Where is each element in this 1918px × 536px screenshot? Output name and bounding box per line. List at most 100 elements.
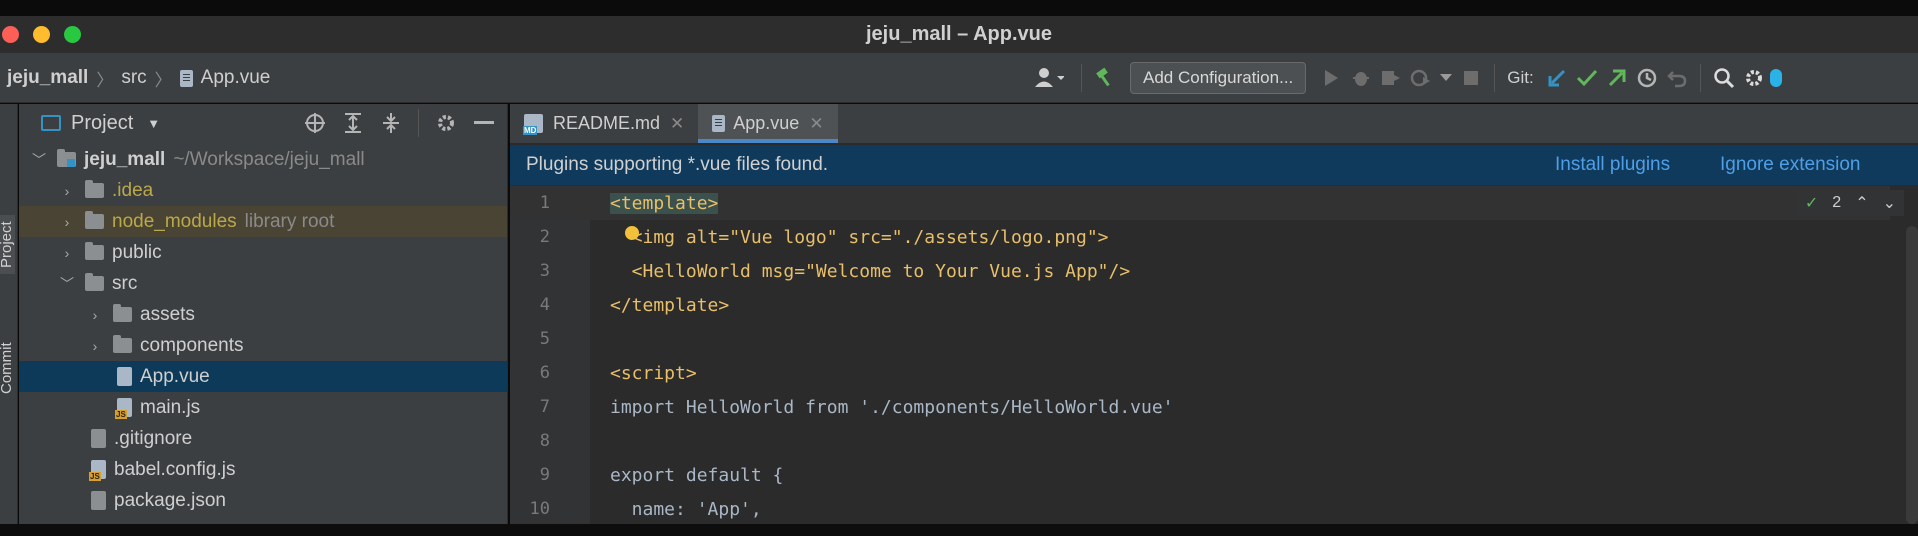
line-number: 10 — [529, 499, 550, 519]
tree-item-label: src — [112, 272, 138, 294]
intention-bulb-icon[interactable] — [625, 226, 639, 240]
chevron-down-icon[interactable]: ▼ — [147, 116, 160, 131]
search-icon[interactable] — [1709, 63, 1739, 93]
install-plugins-link[interactable]: Install plugins — [1555, 154, 1670, 176]
code-line: 1 <template> — [510, 186, 1890, 220]
tree-item-label: .idea — [112, 179, 154, 201]
git-update-icon[interactable] — [1542, 63, 1572, 93]
markdown-file-icon — [523, 114, 543, 135]
tree-item-app-vue[interactable]: App.vue — [19, 361, 507, 392]
previous-highlight-chevron-up-icon[interactable]: ⌃ — [1855, 193, 1868, 213]
line-number: 6 — [539, 363, 550, 383]
toolbar-divider — [1494, 64, 1496, 92]
line-number: 3 — [539, 261, 550, 281]
code-line: 6 <script> — [510, 356, 1890, 390]
tree-item-package-json[interactable]: package.json — [19, 485, 507, 516]
ide-window: jeju_mall – App.vue jeju_mall 〉 src 〉 Ap… — [0, 0, 1918, 536]
code-editor[interactable]: 1 <template> 2 <img alt="Vue logo" src="… — [510, 186, 1918, 524]
stop-icon[interactable] — [1456, 63, 1486, 93]
settings-gear-icon[interactable] — [1739, 63, 1769, 93]
expand-all-icon[interactable] — [340, 110, 366, 136]
tab-label: App.vue — [733, 113, 800, 133]
project-view-selector[interactable]: Project — [71, 112, 133, 135]
add-configuration-button[interactable]: Add Configuration... — [1130, 62, 1307, 94]
project-panel-header: Project ▼ — [19, 104, 507, 142]
coverage-icon[interactable] — [1376, 63, 1406, 93]
profiler-icon[interactable] — [1406, 63, 1436, 93]
git-history-icon[interactable] — [1632, 63, 1662, 93]
chevron-right-icon[interactable]: › — [57, 245, 77, 261]
ide-logo-icon — [1769, 63, 1783, 93]
line-number: 8 — [539, 431, 550, 451]
breadcrumb-file[interactable]: App.vue — [201, 67, 271, 89]
toolbar-divider — [1699, 64, 1701, 92]
tree-item-src[interactable]: ﹀ src — [19, 268, 507, 299]
module-folder-icon — [57, 149, 76, 167]
code-line: 7 import HelloWorld from './components/H… — [510, 390, 1890, 424]
javascript-file-icon — [115, 398, 132, 419]
tree-item-idea[interactable]: › .idea — [19, 175, 507, 206]
folder-icon — [85, 180, 104, 198]
hide-panel-minus-icon[interactable] — [471, 110, 497, 136]
code-line: 4 </template> — [510, 288, 1890, 322]
banner-message: Plugins supporting *.vue files found. — [526, 154, 829, 175]
project-tool-tab[interactable]: Project — [0, 215, 15, 274]
git-commit-icon[interactable] — [1572, 63, 1602, 93]
line-number: 1 — [539, 193, 550, 213]
chevron-right-icon[interactable]: › — [85, 338, 105, 354]
tree-item-label: App.vue — [140, 365, 210, 387]
tree-item-jeju-mall[interactable]: ﹀ jeju_mall ~/Workspace/jeju_mall — [19, 144, 507, 175]
breadcrumb-src[interactable]: src — [121, 67, 146, 89]
tree-item-label: node_modules — [112, 210, 237, 232]
breadcrumb-separator-icon: 〉 — [154, 70, 172, 90]
ignore-extension-link[interactable]: Ignore extension — [1720, 154, 1861, 176]
tree-item-main-js[interactable]: main.js — [19, 392, 507, 423]
breadcrumb-project[interactable]: jeju_mall — [7, 67, 88, 89]
chevron-down-icon[interactable]: ﹀ — [57, 274, 77, 294]
tree-item-node-modules[interactable]: › node_modules library root — [19, 206, 507, 237]
next-highlight-chevron-down-icon[interactable]: ⌄ — [1883, 193, 1896, 213]
debug-icon[interactable] — [1346, 63, 1376, 93]
editor-vertical-scrollbar[interactable] — [1906, 226, 1918, 524]
close-icon[interactable]: ✕ — [670, 114, 684, 134]
folder-icon — [113, 304, 132, 322]
panel-options-gear-icon[interactable] — [433, 110, 459, 136]
chevron-right-icon[interactable]: › — [85, 307, 105, 323]
tree-item-label: components — [140, 334, 244, 356]
tab-app-vue[interactable]: App.vue ✕ — [698, 104, 838, 143]
tree-item-gitignore[interactable]: .gitignore — [19, 423, 507, 454]
chevron-right-icon[interactable]: › — [57, 214, 77, 230]
tree-item-components[interactable]: › components — [19, 330, 507, 361]
window-title: jeju_mall – App.vue — [866, 23, 1052, 45]
build-hammer-icon[interactable] — [1090, 63, 1120, 93]
tree-item-path-hint: ~/Workspace/jeju_mall — [173, 148, 365, 170]
more-run-options-icon[interactable] — [1436, 63, 1456, 93]
chevron-down-icon[interactable]: ﹀ — [29, 150, 49, 170]
select-opened-file-icon[interactable] — [302, 110, 328, 136]
tree-item-babel-config[interactable]: babel.config.js — [19, 454, 507, 485]
line-number: 9 — [539, 465, 550, 485]
user-profile-icon[interactable] — [1025, 63, 1073, 93]
code-line: 2 <img alt="Vue logo" src="./assets/logo… — [510, 220, 1890, 254]
code-line: 8 — [510, 424, 1890, 458]
title-bar: jeju_mall – App.vue — [0, 16, 1918, 53]
git-rollback-icon[interactable] — [1662, 63, 1692, 93]
tab-readme[interactable]: README.md ✕ — [510, 104, 698, 143]
collapse-all-icon[interactable] — [378, 110, 404, 136]
toolbar-divider — [1081, 64, 1082, 92]
tree-item-label: public — [112, 241, 162, 263]
main-toolbar: Add Configuration... Git: — [1025, 53, 1783, 103]
inspection-widget[interactable]: ✓ 2 ⌃ ⌄ — [1796, 190, 1904, 216]
folder-icon — [85, 242, 104, 260]
close-icon[interactable]: ✕ — [809, 114, 823, 134]
chevron-right-icon[interactable]: › — [57, 183, 77, 199]
git-push-icon[interactable] — [1602, 63, 1632, 93]
inspection-check-icon: ✓ — [1804, 195, 1819, 212]
tree-item-assets[interactable]: › assets — [19, 299, 507, 330]
commit-tool-tab[interactable]: Commit — [0, 342, 15, 394]
vue-file-icon — [117, 367, 132, 386]
tree-item-label: main.js — [140, 396, 201, 418]
run-icon[interactable] — [1316, 63, 1346, 93]
tree-item-label: jeju_mall — [84, 148, 166, 170]
tree-item-public[interactable]: › public — [19, 237, 507, 268]
